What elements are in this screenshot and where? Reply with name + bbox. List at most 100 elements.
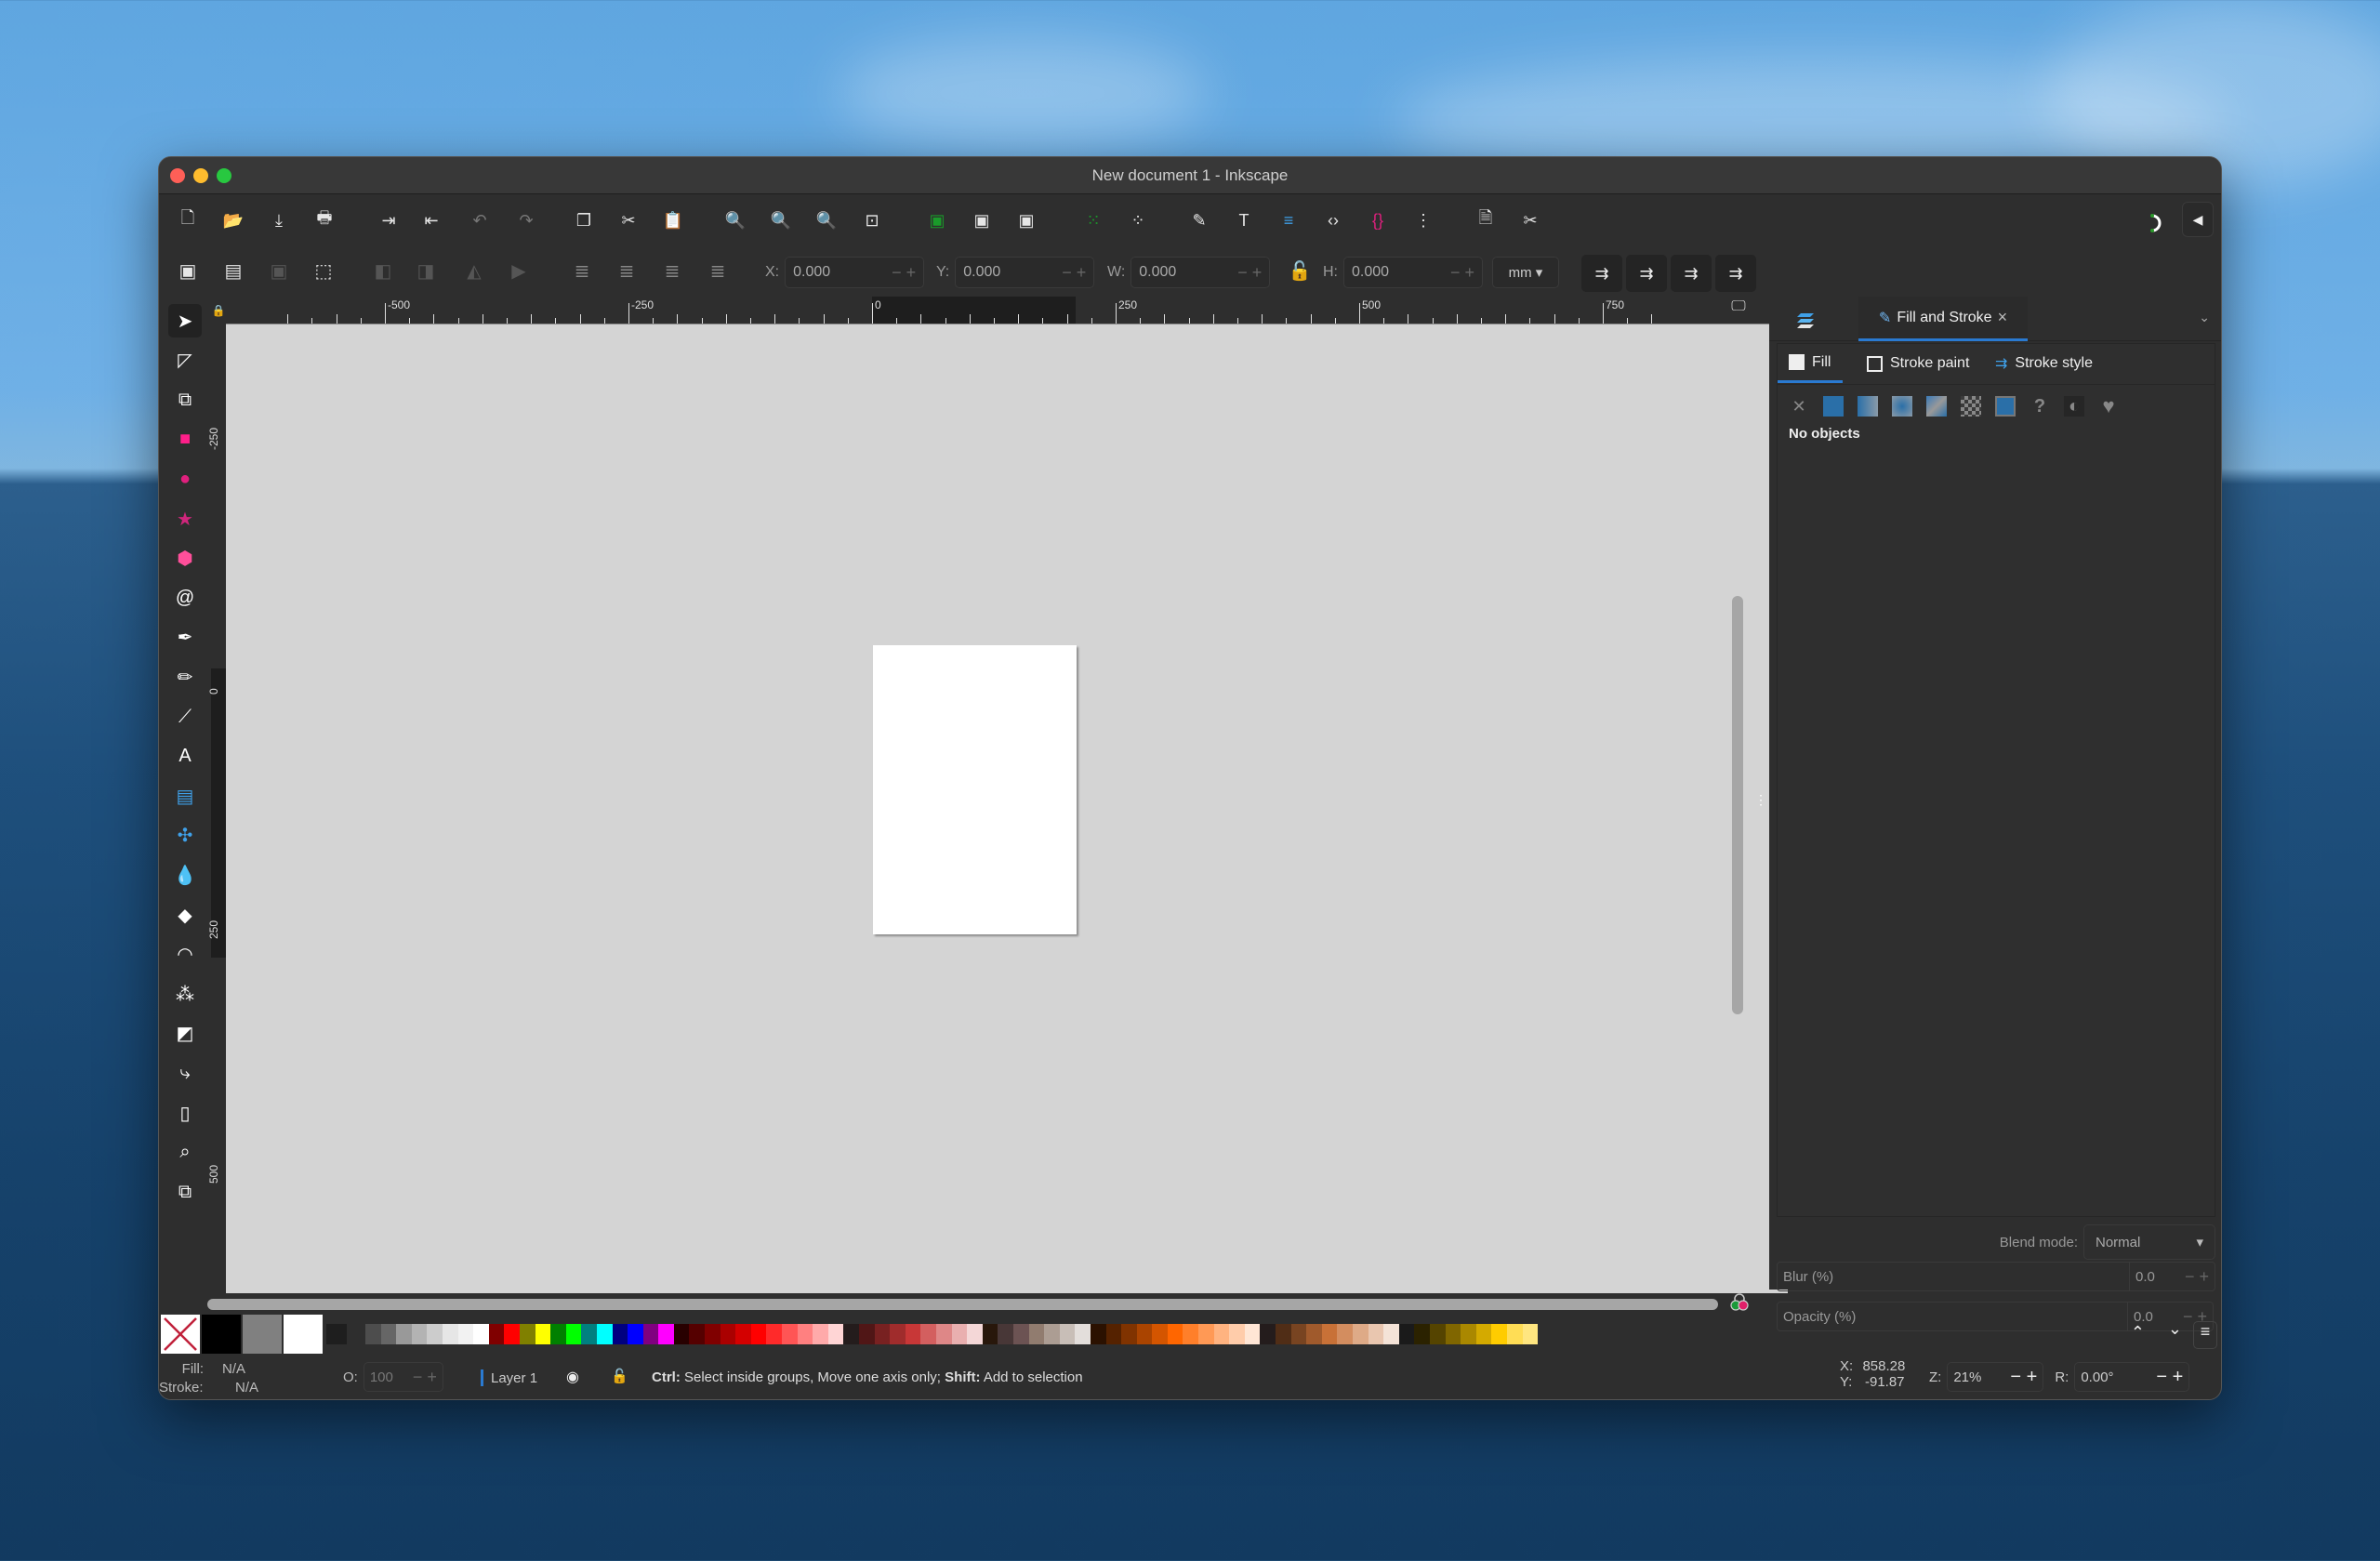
palette-swatch[interactable] xyxy=(612,1324,628,1344)
h-increment[interactable]: + xyxy=(1464,263,1474,282)
linear-gradient-icon[interactable] xyxy=(1858,396,1878,417)
palette-swatch[interactable] xyxy=(705,1324,721,1344)
palette-scroll-up-icon[interactable]: ⌃ xyxy=(2131,1323,2145,1343)
node-tool[interactable]: ◸ xyxy=(168,344,202,377)
zoom-center-icon[interactable]: ⊡ xyxy=(858,206,886,234)
x-decrement[interactable]: − xyxy=(892,263,902,282)
ungroup-icon[interactable]: ⁘ xyxy=(1124,206,1152,234)
w-value[interactable]: 0.000 xyxy=(1139,264,1176,281)
palette-swatch[interactable] xyxy=(998,1324,1013,1344)
palette-swatch[interactable] xyxy=(782,1324,798,1344)
undo-icon[interactable]: ↶ xyxy=(466,206,494,234)
star-polygon-tool[interactable]: ★ xyxy=(168,502,202,536)
palette-swatch[interactable] xyxy=(843,1324,859,1344)
no-color-swatch[interactable] xyxy=(161,1315,200,1354)
new-document-icon[interactable]: 🗋 xyxy=(174,206,202,234)
cut-icon[interactable]: ✂ xyxy=(615,206,642,234)
dock-menu-chevron-icon[interactable]: ⌄ xyxy=(2199,310,2210,325)
palette-swatch[interactable] xyxy=(1198,1324,1214,1344)
lock-guides-icon[interactable]: 🔒 xyxy=(211,297,226,324)
copy-icon[interactable]: ❐ xyxy=(570,206,598,234)
layer-visibility-icon[interactable]: ◉ xyxy=(566,1368,579,1386)
palette-swatch[interactable] xyxy=(673,1324,690,1344)
preferences-icon[interactable]: ✂ xyxy=(1516,206,1544,234)
palette-swatch[interactable] xyxy=(750,1324,767,1344)
eraser-tool[interactable]: ◩ xyxy=(168,1017,202,1051)
dock-resize-handle[interactable]: ⋮ xyxy=(1754,793,1767,814)
palette-swatch[interactable] xyxy=(284,1315,323,1354)
pattern-icon[interactable] xyxy=(1961,396,1981,417)
palette-swatch[interactable] xyxy=(243,1315,282,1354)
palette-swatch[interactable] xyxy=(1059,1324,1076,1344)
raise-top-icon[interactable]: ≣ xyxy=(568,257,596,284)
palette-swatch[interactable] xyxy=(519,1324,536,1344)
duplicate-icon[interactable]: ▣ xyxy=(923,206,951,234)
rotate-field[interactable]: 0.00° − + xyxy=(2074,1362,2190,1392)
palette-swatch[interactable] xyxy=(1306,1324,1322,1344)
tab-fill-and-stroke[interactable]: ✎ Fill and Stroke × xyxy=(1858,297,2028,341)
canvas[interactable] xyxy=(226,324,1788,1293)
palette-swatch[interactable] xyxy=(1105,1324,1122,1344)
no-paint-icon[interactable]: ✕ xyxy=(1789,396,1809,417)
selectors-css-icon[interactable]: {} xyxy=(1364,206,1392,234)
fill-stroke-indicator[interactable]: Fill: N/A Stroke: N/A xyxy=(159,1360,258,1397)
layers-objects-tab[interactable] xyxy=(1788,306,1825,334)
palette-swatch[interactable] xyxy=(1383,1324,1399,1344)
palette-swatch[interactable] xyxy=(1290,1324,1307,1344)
palette-swatch[interactable] xyxy=(581,1324,597,1344)
palette-swatch[interactable] xyxy=(596,1324,613,1344)
palette-swatch[interactable] xyxy=(1461,1324,1476,1344)
flip-vertical-icon[interactable]: ▶ xyxy=(505,257,533,284)
palette-swatch[interactable] xyxy=(1121,1324,1137,1344)
group-icon[interactable]: ⁙ xyxy=(1079,206,1107,234)
w-decrement[interactable]: − xyxy=(1237,263,1248,282)
deselect-icon[interactable]: ▣ xyxy=(265,257,293,284)
gradient-tool[interactable]: ▤ xyxy=(168,779,202,813)
collapse-commands-button[interactable]: ◀ xyxy=(2182,202,2214,237)
nonzero-fill-icon[interactable]: ♥ xyxy=(2098,394,2119,417)
h-field[interactable]: H: 0.000− + xyxy=(1323,257,1483,288)
palette-swatch[interactable] xyxy=(1475,1324,1492,1344)
palette-swatch[interactable] xyxy=(967,1324,983,1344)
palette-swatch[interactable] xyxy=(859,1324,875,1344)
palette-swatch[interactable] xyxy=(642,1324,659,1344)
palette-swatch[interactable] xyxy=(982,1324,998,1344)
subtab-fill[interactable]: Fill xyxy=(1778,344,1843,383)
paint-bucket-tool[interactable]: ◆ xyxy=(168,898,202,932)
layer-indicator[interactable]: Layer 1 xyxy=(481,1369,537,1386)
lower-bottom-icon[interactable]: ≣ xyxy=(704,257,732,284)
w-field[interactable]: W: 0.000− + xyxy=(1107,257,1271,288)
subtab-stroke-style[interactable]: ⇉ Stroke style xyxy=(1995,344,2093,383)
y-increment[interactable]: + xyxy=(1077,263,1087,282)
unit-select[interactable]: mm ▾ xyxy=(1492,257,1559,288)
h-value[interactable]: 0.000 xyxy=(1352,264,1389,281)
scale-corners-button[interactable]: ⇉ xyxy=(1626,255,1667,292)
blend-mode-select[interactable]: Normal ▾ xyxy=(2083,1224,2215,1260)
palette-swatch[interactable] xyxy=(1244,1324,1261,1344)
text-tool[interactable]: A xyxy=(168,740,202,774)
fill-stroke-icon[interactable]: ✎ xyxy=(1185,206,1213,234)
palette-swatch[interactable] xyxy=(935,1324,952,1344)
palette-swatch[interactable] xyxy=(1183,1324,1199,1344)
layers-objects-icon[interactable]: ≡ xyxy=(1275,206,1302,234)
palette-swatch[interactable] xyxy=(1136,1324,1153,1344)
subtab-stroke-paint[interactable]: Stroke paint xyxy=(1867,344,1969,383)
palette-swatch[interactable] xyxy=(1075,1324,1091,1344)
palette-swatch[interactable] xyxy=(1044,1324,1060,1344)
palette-swatch[interactable] xyxy=(1167,1324,1183,1344)
palette-swatch[interactable] xyxy=(202,1315,241,1354)
palette-swatch[interactable] xyxy=(1429,1324,1446,1344)
palette-scroll-down-icon[interactable]: ⌄ xyxy=(2168,1319,2182,1339)
palette-swatch[interactable] xyxy=(890,1324,906,1344)
y-decrement[interactable]: − xyxy=(1062,263,1072,282)
palette-swatch[interactable] xyxy=(380,1324,397,1344)
w-increment[interactable]: + xyxy=(1252,263,1263,282)
rotate-cw-icon[interactable]: ◨ xyxy=(412,257,440,284)
scale-stroke-button[interactable]: ⇉ xyxy=(1581,255,1622,292)
display-mode-icon[interactable]: 🖵 xyxy=(1728,298,1749,319)
palette-swatch[interactable] xyxy=(658,1324,674,1344)
palette-swatch[interactable] xyxy=(813,1324,828,1344)
palette-swatch[interactable] xyxy=(565,1324,582,1344)
palette-swatch[interactable] xyxy=(411,1324,428,1344)
palette-swatch[interactable] xyxy=(1353,1324,1368,1344)
